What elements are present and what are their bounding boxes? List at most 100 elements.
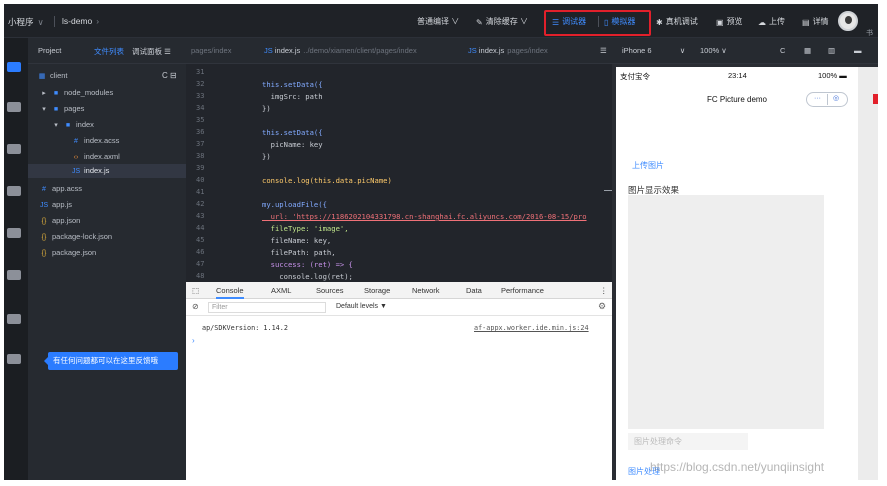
tree-item[interactable]: ▾ ■ index [52, 120, 94, 129]
zoom-dropdown[interactable]: 100% ∨ [700, 46, 727, 55]
line-number: 36 [196, 128, 205, 136]
cloud-icon[interactable] [7, 314, 21, 324]
upload-label: 上传 [769, 17, 785, 26]
notification-badge [873, 94, 878, 104]
tab-sources[interactable]: Sources [316, 286, 344, 295]
activity-rail [4, 38, 28, 480]
log-levels-dropdown[interactable]: Default levels ▼ [336, 303, 387, 310]
details-button[interactable]: ▤ 详情 [802, 16, 829, 27]
line-gutter: 31 32 33 34 35 36 37 38 39 40 41 42 43 4… [186, 64, 226, 282]
tab-file-list[interactable]: 文件列表 [94, 46, 124, 57]
upload-button[interactable]: ☁ 上传 [758, 16, 785, 27]
watermark: https://blog.csdn.net/yunqiinsight [650, 460, 825, 474]
line-number: 40 [196, 176, 205, 184]
refresh-button[interactable]: C [780, 46, 785, 55]
tree-item[interactable]: ▾ ■ pages [40, 104, 84, 113]
tree-item-label: index [76, 120, 94, 129]
tab-axml[interactable]: AXML [271, 286, 291, 295]
menu-icon: ☰ [164, 47, 171, 56]
tab-file-path: ../demo/xiamen/client/pages/index [303, 46, 417, 55]
git-icon[interactable] [7, 144, 21, 154]
code-line: }) [262, 104, 271, 113]
tree-item-label: app.acss [52, 184, 83, 193]
tab-network[interactable]: Network [412, 286, 440, 295]
tab-debug-panel[interactable]: 调试面板 ☰ [132, 46, 171, 57]
upload-image-link[interactable]: 上传图片 [632, 160, 664, 171]
tab-console[interactable]: Console [216, 286, 244, 299]
device-dropdown[interactable]: iPhone 6 ∨ [622, 46, 685, 55]
project-dropdown[interactable]: ls-demo › [62, 16, 99, 26]
tab-performance[interactable]: Performance [501, 286, 544, 295]
tree-item[interactable]: # app.acss [40, 184, 82, 193]
details-label: 详情 [812, 17, 829, 26]
console-log-source[interactable]: af-appx.worker.ide.min.js:24 [474, 324, 589, 332]
compile-mode-dropdown[interactable]: 普通编译 ∨ [417, 16, 459, 27]
inspect-icon[interactable]: ⬚ [192, 286, 199, 295]
code-editor[interactable]: 31 32 33 34 35 36 37 38 39 40 41 42 43 4… [186, 64, 612, 282]
qrcode-icon: ▣ [716, 18, 724, 27]
sim-menu-icon[interactable]: ☰ [600, 46, 607, 55]
clear-cache-button[interactable]: ✎ 清除缓存 ∨ [476, 16, 528, 27]
ide-window: 小程序 ∨ ls-demo › 普通编译 ∨ ✎ 清除缓存 ∨ ☰ 调试器 ▯ 模拟器 ✱… [4, 4, 878, 480]
line-number: 32 [196, 80, 205, 88]
tree-item-label: index.acss [84, 136, 120, 145]
line-number: 42 [196, 200, 205, 208]
device-debug-button[interactable]: ✱ 真机调试 [656, 16, 698, 27]
tree-item-selected[interactable]: JS index.js [28, 164, 186, 178]
test-icon[interactable] [7, 270, 21, 280]
phone-screen: 支付宝令 23:14 100% ▬ FC Picture demo ··· ◎ … [616, 67, 858, 480]
search-icon[interactable] [7, 102, 21, 112]
preview-button[interactable]: ▣ 预览 [716, 16, 743, 27]
clear-console-icon[interactable]: ⊘ [192, 302, 199, 311]
caret-down-icon: ▾ [42, 106, 46, 113]
file-tree: ▦ client C ⊟ ▸ ■ node_modules ▾ ■ pages ▾ ■ ind… [28, 64, 186, 480]
tree-root[interactable]: ▦ client [38, 71, 68, 80]
tab-data[interactable]: Data [466, 286, 482, 295]
grid-icon[interactable]: ▦ [804, 46, 811, 55]
preview-label: 预览 [726, 17, 743, 26]
chevron-down-icon: ∨ [519, 17, 528, 26]
gear-icon[interactable]: ⚙ [598, 301, 606, 312]
tree-item[interactable]: {} package-lock.json [40, 232, 112, 241]
tree-item[interactable]: JS app.js [40, 200, 72, 209]
console-filter-bar: ⊘ Filter Default levels ▼ ⚙ [186, 300, 612, 316]
tab-project[interactable]: Project [38, 46, 61, 55]
line-number: 38 [196, 152, 205, 160]
tree-item[interactable]: {} package.json [40, 248, 97, 257]
simulator-scrollbar[interactable] [858, 67, 878, 480]
image-command-input[interactable]: 图片处理命令 [628, 433, 748, 450]
console-filter-input[interactable]: Filter [208, 302, 326, 313]
extensions-icon[interactable] [7, 228, 21, 238]
files-icon[interactable] [7, 62, 21, 72]
more-icon[interactable]: ··· [814, 95, 821, 102]
avatar[interactable] [838, 11, 858, 31]
window-icon[interactable]: ▬ [854, 46, 862, 55]
tab-bar: Project 文件列表 调试面板 ☰ pages/index JS index… [28, 38, 878, 64]
tree-item[interactable]: {} app.json [40, 216, 81, 225]
tree-item[interactable]: ‹› index.axml [72, 152, 120, 161]
capsule-menu[interactable]: ··· ◎ [806, 92, 848, 107]
debug-icon[interactable] [7, 186, 21, 196]
folder-open-icon: ■ [53, 106, 59, 113]
caret-down-icon: ▾ [54, 122, 58, 129]
chevron-down-icon: ∨ [451, 17, 460, 26]
tree-item[interactable]: # index.acss [72, 136, 119, 145]
close-circle-icon[interactable]: ◎ [833, 94, 839, 102]
console-prompt[interactable]: › [192, 336, 195, 345]
tree-tools[interactable]: C ⊟ [162, 71, 177, 80]
feedback-tooltip[interactable]: 有任何问题都可以在这里反馈哦 [44, 352, 178, 370]
tab-index-js-1[interactable]: JS index.js ../demo/xiamen/client/pages/i… [264, 46, 417, 55]
devtools-console: ⬚ Console AXML Sources Storage Network D… [186, 282, 612, 480]
code-line: console.log(this.data.picName) [262, 176, 392, 185]
tab-index-js-2[interactable]: JS index.js pages/index [468, 46, 548, 55]
split-icon[interactable]: ▥ [828, 46, 835, 55]
feedback-icon[interactable] [7, 354, 21, 364]
capsule-divider [827, 94, 828, 105]
tree-item[interactable]: ▸ ■ node_modules [40, 88, 113, 97]
more-vertical-icon[interactable]: ⋮ [600, 286, 608, 295]
axml-file-icon: ‹› [73, 154, 79, 161]
battery-icon: ▬ [839, 71, 847, 80]
folder-open-icon: ■ [65, 122, 71, 129]
tab-storage[interactable]: Storage [364, 286, 390, 295]
app-type-dropdown[interactable]: 小程序 ∨ [8, 16, 44, 28]
